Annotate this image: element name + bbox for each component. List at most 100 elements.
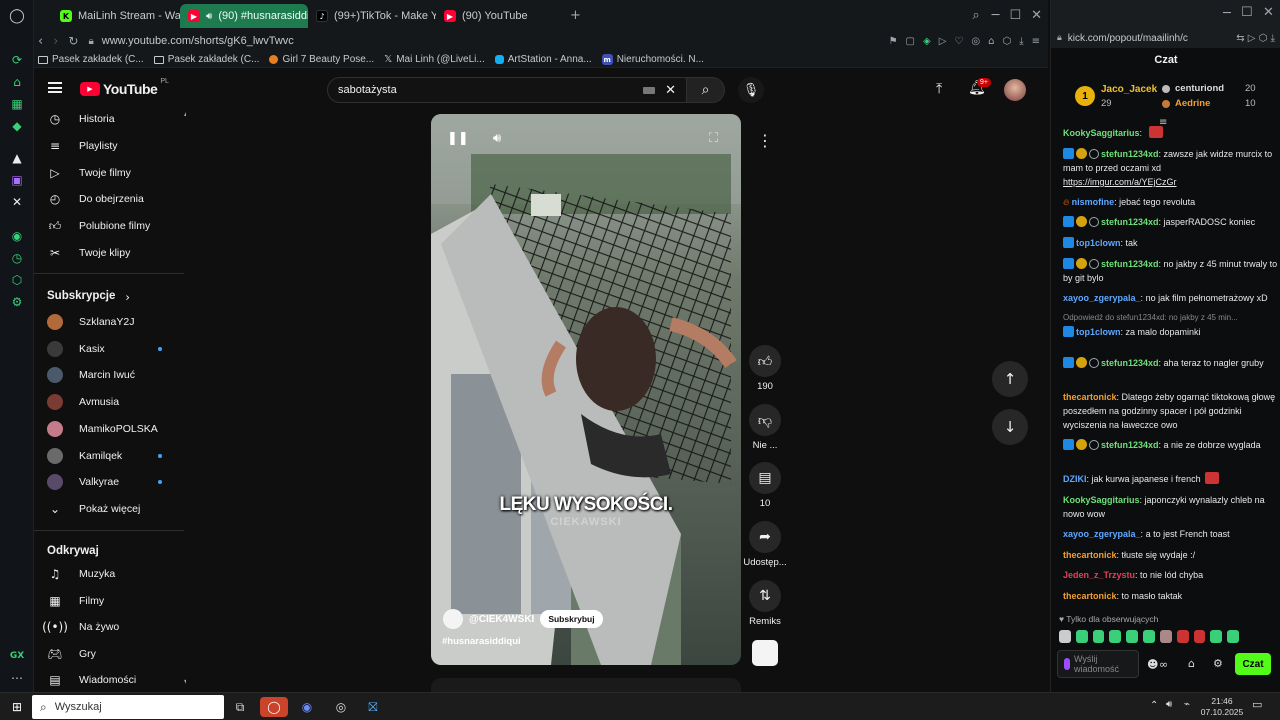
tray-chevron-icon[interactable]: ⌃ [1150,700,1158,711]
speaker-icon[interactable]: 🔊︎ [206,11,212,22]
bookmark-item[interactable]: m Nieruchomości. N... [601,54,704,65]
maximize-icon[interactable]: ☐ [1241,5,1253,20]
leader-name[interactable]: centuriond [1175,83,1224,94]
adblock-icon[interactable]: ◈ [923,36,931,47]
tab-youtube-short[interactable]: ▶ 🔊︎ (90) #husnarasiddiqui [180,4,308,28]
more-options-icon[interactable]: ⋮ [749,124,781,156]
chat-username[interactable]: KookySaggitarius [1063,128,1140,138]
windows-start-icon[interactable]: ⊞ [6,697,28,717]
emote-icon[interactable] [1193,630,1206,643]
emote-icon[interactable] [1109,630,1122,643]
remix-button[interactable]: ⇅ [749,580,781,612]
send-chat-button[interactable]: Czat [1235,653,1271,675]
sidebar-item-movies[interactable]: ▦ Filmy [34,588,184,614]
sidebar-item-your-videos[interactable]: ▷ Twoje filmy [34,160,184,186]
emote-icon[interactable] [1159,630,1172,643]
scroll-up-icon[interactable]: ▲ [184,108,186,117]
emote-icon[interactable] [1210,630,1223,643]
bookmark-item[interactable]: Pasek zakładek (C... [153,54,259,65]
sidebar-item-watch-later[interactable]: ◴ Do obejrzenia [34,186,184,212]
minimize-icon[interactable]: ─ [1223,6,1231,21]
chat-username[interactable]: xayoo_zgerypala_ [1063,529,1141,539]
chat-username[interactable]: KookySaggitarius [1063,495,1140,505]
sidebar-subscription[interactable]: Valkyrae [34,469,184,495]
download-icon[interactable]: ⤓ [1019,36,1023,47]
hamburger-icon[interactable] [48,82,62,93]
kick-url[interactable]: kick.com/popout/maailinh/c [1068,33,1188,44]
sidebar-subscription[interactable]: Marcin Iwuć [34,362,184,388]
leader-name[interactable]: Jaco_Jacek [1101,84,1157,95]
next-short-button[interactable]: ↓ [992,409,1028,445]
player-icon[interactable]: ◉ [9,228,25,244]
sound-thumbnail[interactable] [752,640,778,666]
snapshot-icon[interactable]: ▢ [906,36,915,47]
x-sidebar-icon[interactable]: ✕ [9,194,25,210]
chat-username[interactable]: xayoo_zgerypala_ [1063,293,1141,303]
keyboard-icon[interactable] [643,86,656,94]
task-view-icon[interactable]: ⧉ [229,697,251,717]
upload-icon[interactable]: ⤒ [936,81,942,97]
emote-icon[interactable] [1176,630,1189,643]
bookmark-icon[interactable]: ⚑ [889,36,898,47]
emoji-picker-icon[interactable]: ☻ [1147,658,1158,671]
network-icon[interactable]: ⌁ [1184,699,1190,710]
chat-username[interactable]: top1clown [1076,327,1121,337]
voice-search-button[interactable]: 🎙︎ [738,77,764,103]
subscriptions-header[interactable]: Subskrypcje › [47,290,130,304]
sidebar-item-music[interactable]: ♫ Muzyka [34,561,184,587]
chat-username[interactable]: nismofine [1072,197,1115,207]
sidebar-item-history[interactable]: ◷ Historia [34,108,184,132]
next-short-preview[interactable] [431,678,741,692]
emote-icon[interactable] [1227,630,1239,643]
sidebar-item-live[interactable]: ((•)) Na żywo [34,614,184,640]
menu-icon[interactable]: ≡ [1032,36,1040,47]
emote-icon[interactable] [1075,630,1088,643]
subscribe-button[interactable]: Subskrybuj [540,610,603,628]
extensions-icon[interactable]: ⬡ [9,272,25,288]
emote-icon[interactable] [1059,630,1071,643]
dislike-button[interactable]: 👎︎ [749,404,781,436]
discord-taskbar-icon[interactable]: ◉ [296,697,318,717]
users-icon[interactable]: ∞ [1159,658,1168,671]
tab-tiktok[interactable]: ♪ (99+)TikTok - Make Your [308,4,436,28]
twitch-icon[interactable]: ▣ [9,172,25,188]
opera-logo-icon[interactable]: ◯ [9,8,25,24]
new-tab-button[interactable]: + [570,8,581,23]
camera-icon[interactable]: ◎ [971,36,980,47]
wallet-icon[interactable]: ⌂ [988,36,994,47]
forward-icon[interactable]: › [53,34,58,49]
opera-gx-taskbar-icon[interactable]: ◯ [260,697,288,717]
chat-username[interactable]: top1clown [1076,238,1121,248]
store-icon[interactable]: ⌂ [1188,657,1195,670]
search-input[interactable]: sabotażysta ✕ [327,77,687,103]
fullscreen-icon[interactable]: ⛶ [709,131,718,146]
sidebar-subscription[interactable]: Kamilqek [34,443,184,469]
volume-icon[interactable]: 🔊︎ [1166,699,1172,710]
bookmark-item[interactable]: Pasek zakładek (C... [38,54,144,65]
sidebar-item-clips[interactable]: ✂ Twoje klipy [34,240,184,266]
chat-username[interactable]: stefun1234xd [1101,149,1159,159]
like-button[interactable]: 👍︎ [749,345,781,377]
share-button[interactable]: ➦ [749,521,781,553]
maximize-icon[interactable]: ☐ [1009,8,1021,23]
extensions-icon[interactable]: ⬡ [1002,36,1011,47]
messenger-icon[interactable]: ◆ [9,118,25,134]
chat-username[interactable]: stefun1234xd [1101,259,1159,269]
gx-corner-icon[interactable]: ⟳ [9,52,25,68]
notification-center-icon[interactable]: ▭ [1252,698,1262,711]
chat-username[interactable]: Jeden_z_Trzystu [1063,570,1135,580]
comments-button[interactable]: ▤ [749,462,781,494]
channel-name[interactable]: @CIEK4WSKI [469,614,534,625]
bookmark-item[interactable]: ArtStation - Anna... [494,54,592,65]
youtube-logo[interactable]: ▶ YouTube PL [80,78,169,97]
chat-username[interactable]: thecartonick [1063,591,1117,601]
chat-username[interactable]: stefun1234xd [1101,440,1159,450]
gx-control-icon[interactable]: ▦ [9,96,25,112]
url-field[interactable]: www.youtube.com/shorts/gK6_lwvTwvc [102,35,294,47]
channel-avatar[interactable] [443,609,463,629]
back-icon[interactable]: ‹ [38,34,43,49]
taskbar-app-icon[interactable]: ⛝ [362,697,384,717]
scroll-down-icon[interactable]: ▼ [184,678,186,687]
sidebar-item-playlists[interactable]: ≡ Playlisty [34,133,184,159]
settings-icon[interactable]: ⚙ [9,294,25,310]
